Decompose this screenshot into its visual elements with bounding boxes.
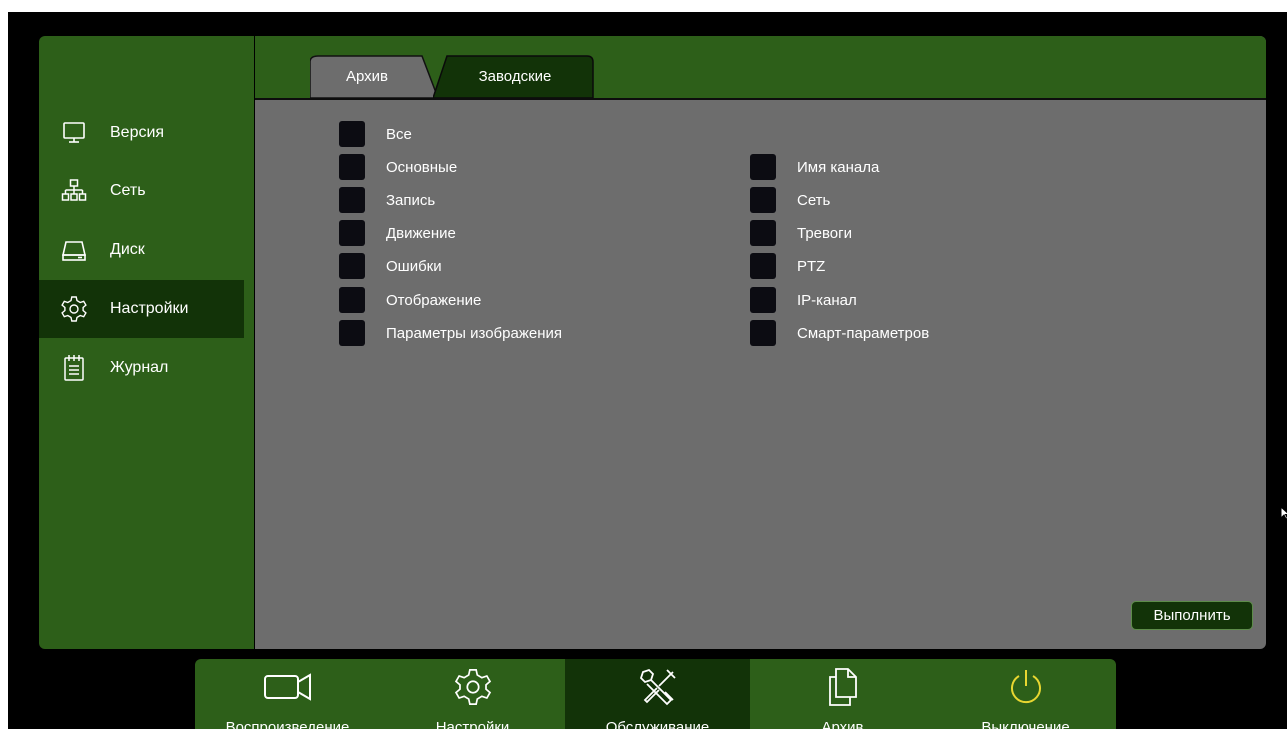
bottom-dock: Воспроизведение Настройки Обслуживание А… [195, 659, 1116, 729]
gear-icon [453, 668, 493, 706]
checkbox[interactable] [339, 253, 365, 279]
dock-item-label: Настройки [435, 719, 510, 729]
option-channel-name[interactable]: Имя канала [750, 154, 879, 180]
tab-label: Заводские [478, 67, 552, 85]
option-label: PTZ [797, 257, 826, 275]
tab-factory[interactable]: Заводские [433, 54, 601, 98]
sidebar-item-label: Журнал [110, 359, 169, 376]
checkbox[interactable] [750, 320, 776, 346]
option-record[interactable]: Запись [339, 187, 435, 213]
run-button[interactable]: Выполнить [1131, 601, 1253, 630]
option-motion[interactable]: Движение [339, 220, 456, 246]
option-label: Имя канала [797, 158, 880, 176]
option-ip-channel[interactable]: IP-канал [750, 287, 857, 313]
cursor-icon [1280, 506, 1287, 520]
tab-bar: Архив Заводские [255, 36, 1266, 100]
option-display[interactable]: Отображение [339, 287, 481, 313]
camera-icon [259, 668, 317, 706]
checkbox[interactable] [750, 287, 776, 313]
power-icon [1006, 668, 1046, 706]
checkbox[interactable] [339, 220, 365, 246]
dock-item-label: Выключение [981, 719, 1070, 729]
option-label: Основные [386, 158, 458, 176]
checkbox[interactable] [339, 287, 365, 313]
sidebar-item-version[interactable]: Версия [39, 104, 244, 162]
sidebar-item-label: Сеть [110, 182, 146, 199]
option-label: Отображение [386, 291, 482, 309]
sidebar-item-label: Настройки [110, 300, 189, 317]
option-label: Запись [386, 191, 436, 209]
tab-label: Архив [345, 67, 389, 85]
dock-item-shutdown[interactable]: Выключение [935, 659, 1116, 729]
option-all[interactable]: Все [339, 121, 412, 147]
option-basic[interactable]: Основные [339, 154, 457, 180]
option-ptz[interactable]: PTZ [750, 253, 825, 279]
option-label: Сеть [797, 191, 831, 209]
option-label: Смарт-параметров [797, 324, 930, 342]
sidebar-item-disk[interactable]: Диск [39, 221, 244, 279]
sidebar-item-network[interactable]: Сеть [39, 162, 244, 220]
documents-icon [826, 668, 860, 706]
dock-item-settings[interactable]: Настройки [380, 659, 565, 729]
dock-item-label: Обслуживание [605, 719, 710, 729]
gear-icon [59, 294, 89, 324]
sidebar-item-label: Диск [110, 241, 145, 258]
sidebar-item-journal[interactable]: Журнал [39, 339, 244, 397]
dock-item-maintenance[interactable]: Обслуживание [565, 659, 750, 729]
option-label: Ошибки [386, 257, 442, 275]
option-image-params[interactable]: Параметры изображения [339, 320, 562, 346]
checkbox[interactable] [339, 154, 365, 180]
sidebar-item-label: Версия [110, 124, 165, 141]
option-errors[interactable]: Ошибки [339, 253, 442, 279]
checkbox[interactable] [750, 187, 776, 213]
main-panel: Архив Заводские Все Основные Запись Движ… [255, 36, 1266, 649]
checkbox[interactable] [750, 220, 776, 246]
option-label: Все [386, 125, 412, 143]
checkbox[interactable] [339, 187, 365, 213]
checkbox[interactable] [339, 121, 365, 147]
option-label: Движение [386, 224, 456, 242]
sidebar: Версия Сеть Диск Настройки Журнал [39, 36, 254, 649]
dock-item-archive[interactable]: Архив [750, 659, 935, 729]
dock-item-label: Архив [821, 719, 864, 729]
monitor-icon [59, 118, 89, 148]
option-label: Тревоги [797, 224, 852, 242]
checkbox[interactable] [339, 320, 365, 346]
journal-icon [59, 353, 89, 383]
dock-item-playback[interactable]: Воспроизведение [195, 659, 380, 729]
dvr-screen: Версия Сеть Диск Настройки Журнал Архив … [8, 12, 1287, 729]
option-network[interactable]: Сеть [750, 187, 830, 213]
checkbox[interactable] [750, 253, 776, 279]
tools-icon [637, 668, 679, 706]
disk-icon [59, 235, 89, 265]
sidebar-item-settings[interactable]: Настройки [39, 280, 244, 338]
option-alarms[interactable]: Тревоги [750, 220, 852, 246]
dock-item-label: Воспроизведение [225, 719, 350, 729]
option-smart-params[interactable]: Смарт-параметров [750, 320, 929, 346]
checkbox[interactable] [750, 154, 776, 180]
option-label: IP-канал [797, 291, 857, 309]
tab-archive[interactable]: Архив [310, 54, 440, 98]
option-label: Параметры изображения [386, 324, 562, 342]
network-icon [59, 176, 89, 206]
